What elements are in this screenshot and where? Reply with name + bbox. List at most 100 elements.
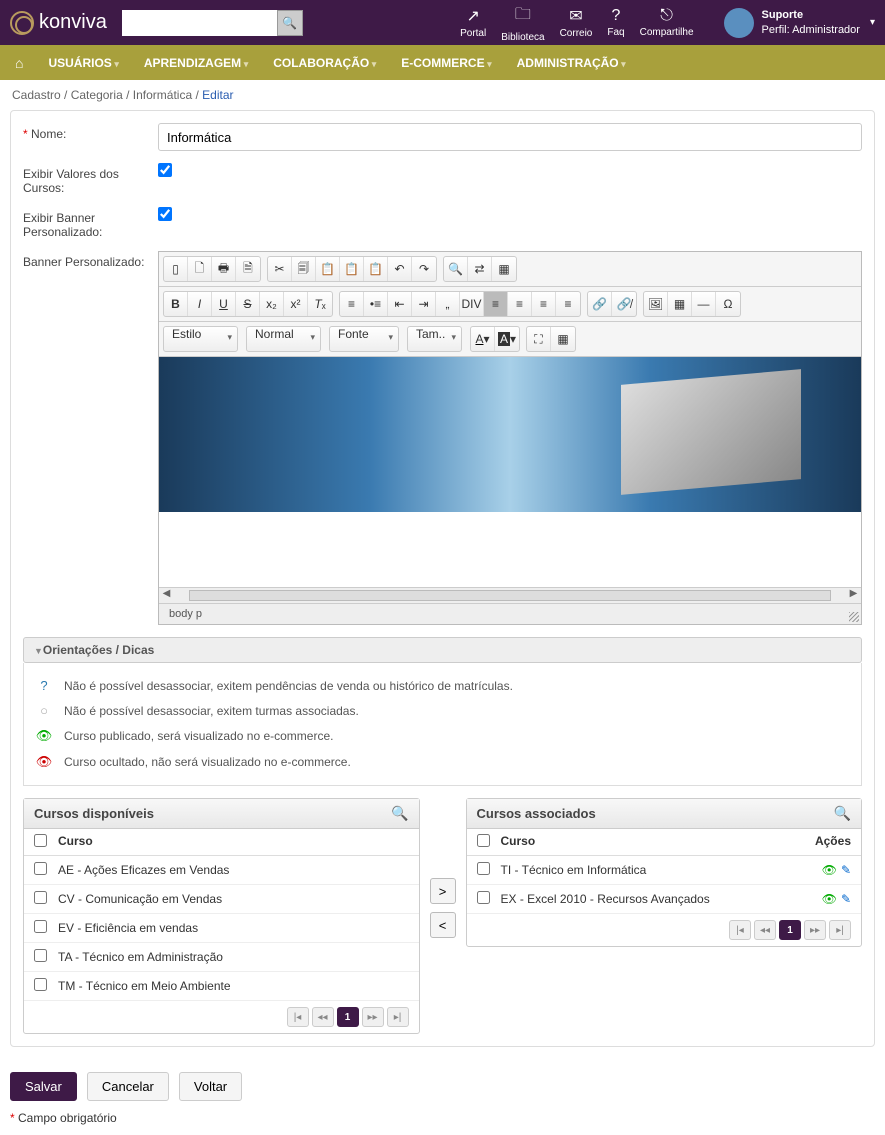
selectall-button[interactable]: ▦ xyxy=(492,257,516,281)
underline-button[interactable]: U xyxy=(212,292,236,316)
select-all-available[interactable] xyxy=(34,834,47,847)
hr-button[interactable]: — xyxy=(692,292,716,316)
move-right-button[interactable]: > xyxy=(430,878,456,904)
page-prev[interactable]: ◂◂ xyxy=(754,920,776,940)
align-justify-button[interactable]: ≡ xyxy=(556,292,580,316)
back-button[interactable]: Voltar xyxy=(179,1072,242,1101)
nav-usuarios[interactable]: USUÁRIOS xyxy=(48,56,118,70)
redo-button[interactable]: ↷ xyxy=(412,257,436,281)
nav-portal[interactable]: ↗Portal xyxy=(460,6,486,39)
page-current[interactable]: 1 xyxy=(779,920,801,940)
outdent-button[interactable]: ⇤ xyxy=(388,292,412,316)
logo[interactable]: konviva xyxy=(10,11,107,35)
font-select[interactable]: Fonte xyxy=(329,326,399,352)
edit-icon[interactable]: ✎ xyxy=(841,892,851,906)
exibir-valores-checkbox[interactable] xyxy=(158,163,172,177)
copy-button[interactable]: 🗐 xyxy=(292,257,316,281)
image-button[interactable]: 🖼 xyxy=(644,292,668,316)
search-input[interactable] xyxy=(122,10,277,36)
nav-home-icon[interactable]: ⌂ xyxy=(15,55,23,71)
bullist-button[interactable]: •≡ xyxy=(364,292,388,316)
page-prev[interactable]: ◂◂ xyxy=(312,1007,334,1027)
strike-button[interactable]: S xyxy=(236,292,260,316)
row-checkbox[interactable] xyxy=(34,891,47,904)
superscript-button[interactable]: x² xyxy=(284,292,308,316)
eye-icon[interactable]: 👁 xyxy=(822,892,837,906)
nav-colaboracao[interactable]: COLABORAÇÃO xyxy=(273,56,376,70)
crumb-cadastro[interactable]: Cadastro xyxy=(12,88,61,102)
find-button[interactable]: 🔍 xyxy=(444,257,468,281)
page-last[interactable]: ▸| xyxy=(829,920,851,940)
preview-button[interactable]: 🗎 xyxy=(236,257,260,281)
showblocks-button[interactable]: ▦ xyxy=(551,327,575,351)
page-first[interactable]: |◂ xyxy=(287,1007,309,1027)
page-last[interactable]: ▸| xyxy=(387,1007,409,1027)
page-current[interactable]: 1 xyxy=(337,1007,359,1027)
size-select[interactable]: Tam.. xyxy=(407,326,462,352)
editor-content[interactable] xyxy=(159,357,861,587)
nav-biblioteca[interactable]: 🗀Biblioteca xyxy=(501,3,544,43)
italic-button[interactable]: I xyxy=(188,292,212,316)
subscript-button[interactable]: x₂ xyxy=(260,292,284,316)
indent-button[interactable]: ⇥ xyxy=(412,292,436,316)
style-select[interactable]: Estilo xyxy=(163,326,238,352)
search-available-icon[interactable]: 🔍 xyxy=(391,805,408,822)
specialchar-button[interactable]: Ω xyxy=(716,292,740,316)
page-next[interactable]: ▸▸ xyxy=(362,1007,384,1027)
paste-word-button[interactable]: 📋 xyxy=(364,257,388,281)
editor-hscroll[interactable]: ◀▶ xyxy=(159,587,861,603)
cut-button[interactable]: ✂ xyxy=(268,257,292,281)
unlink-button[interactable]: 🔗̸ xyxy=(612,292,636,316)
paste-text-button[interactable]: 📋 xyxy=(340,257,364,281)
div-button[interactable]: DIV xyxy=(460,292,484,316)
link-button[interactable]: 🔗 xyxy=(588,292,612,316)
nav-ecommerce[interactable]: E-COMMERCE xyxy=(401,56,491,70)
blockquote-button[interactable]: „ xyxy=(436,292,460,316)
source-button[interactable]: ▯ xyxy=(164,257,188,281)
align-left-button[interactable]: ≡ xyxy=(484,292,508,316)
search-button[interactable]: 🔍 xyxy=(277,10,303,36)
tips-header[interactable]: Orientações / Dicas xyxy=(23,637,862,663)
search-associated-icon[interactable]: 🔍 xyxy=(834,805,851,822)
textcolor-button[interactable]: A▾ xyxy=(471,327,495,351)
save-button[interactable]: Salvar xyxy=(10,1072,77,1101)
available-pagination: |◂ ◂◂ 1 ▸▸ ▸| xyxy=(24,1001,419,1033)
crumb-categoria[interactable]: Categoria xyxy=(71,88,123,102)
page-first[interactable]: |◂ xyxy=(729,920,751,940)
exibir-banner-checkbox[interactable] xyxy=(158,207,172,221)
bgcolor-button[interactable]: A▾ xyxy=(495,327,519,351)
eye-icon[interactable]: 👁 xyxy=(822,863,837,877)
nav-aprendizagem[interactable]: APRENDIZAGEM xyxy=(144,56,248,70)
row-checkbox[interactable] xyxy=(477,891,490,904)
select-all-associated[interactable] xyxy=(477,834,490,847)
replace-button[interactable]: ⇄ xyxy=(468,257,492,281)
row-checkbox[interactable] xyxy=(34,978,47,991)
crumb-informatica[interactable]: Informática xyxy=(133,88,192,102)
user-menu[interactable]: Suporte Perfil: Administrador ▾ xyxy=(724,8,875,38)
move-left-button[interactable]: < xyxy=(430,912,456,938)
align-center-button[interactable]: ≡ xyxy=(508,292,532,316)
table-button[interactable]: ▦ xyxy=(668,292,692,316)
nome-input[interactable] xyxy=(158,123,862,151)
print-button[interactable]: 🖶 xyxy=(212,257,236,281)
paste-button[interactable]: 📋 xyxy=(316,257,340,281)
nav-compartilhe[interactable]: ⎋Compartilhe xyxy=(640,7,694,38)
row-checkbox[interactable] xyxy=(34,862,47,875)
format-select[interactable]: Normal xyxy=(246,326,321,352)
newpage-button[interactable]: 🗋 xyxy=(188,257,212,281)
row-checkbox[interactable] xyxy=(34,920,47,933)
row-checkbox[interactable] xyxy=(477,862,490,875)
cancel-button[interactable]: Cancelar xyxy=(87,1072,169,1101)
align-right-button[interactable]: ≡ xyxy=(532,292,556,316)
undo-button[interactable]: ↶ xyxy=(388,257,412,281)
page-next[interactable]: ▸▸ xyxy=(804,920,826,940)
maximize-button[interactable]: ⛶ xyxy=(527,327,551,351)
clearformat-button[interactable]: Tₓ xyxy=(308,292,332,316)
nav-administracao[interactable]: ADMINISTRAÇÃO xyxy=(517,56,626,70)
row-checkbox[interactable] xyxy=(34,949,47,962)
nav-faq[interactable]: ?Faq xyxy=(607,7,624,38)
edit-icon[interactable]: ✎ xyxy=(841,863,851,877)
numlist-button[interactable]: ≡ xyxy=(340,292,364,316)
nav-correio[interactable]: ✉Correio xyxy=(560,6,593,39)
bold-button[interactable]: B xyxy=(164,292,188,316)
